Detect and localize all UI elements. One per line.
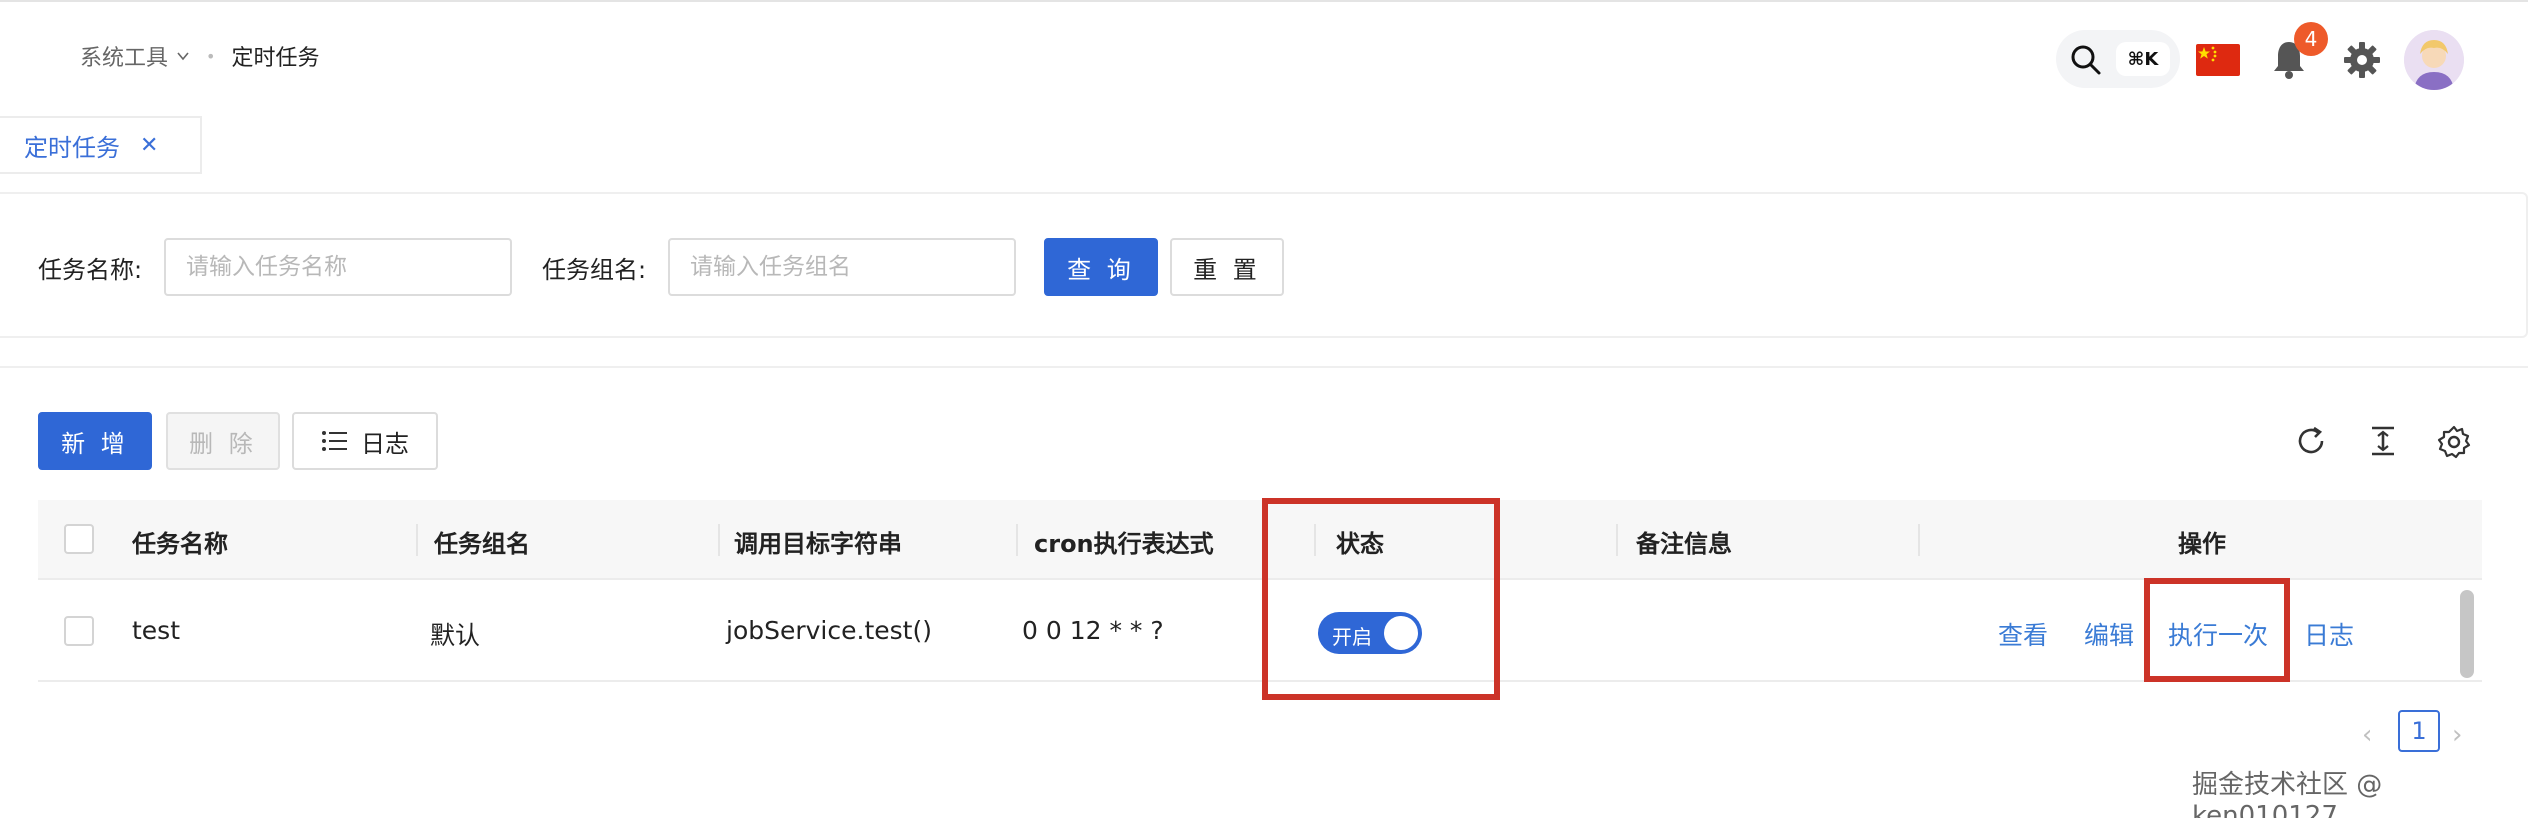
breadcrumb-parent-label: 系统工具 xyxy=(80,46,169,71)
task-name-input[interactable] xyxy=(164,238,512,296)
watermark: 掘金技术社区 @ ken010127 xyxy=(2192,770,2383,818)
column-divider xyxy=(718,524,720,556)
breadcrumb: 系统工具 • 定时任务 xyxy=(80,40,319,72)
query-button[interactable]: 查 询 xyxy=(1044,238,1158,296)
column-divider xyxy=(416,524,418,556)
close-icon[interactable]: ✕ xyxy=(140,133,158,158)
gear-icon[interactable] xyxy=(2342,40,2382,80)
refresh-icon[interactable] xyxy=(2294,424,2328,458)
tab-scheduled-tasks[interactable]: 定时任务 ✕ xyxy=(0,116,202,174)
tab-label: 定时任务 xyxy=(24,133,120,162)
table-row: test 默认 jobService.test() 0 0 12 * * ? 开… xyxy=(38,580,2482,682)
cell-invoke-target: jobService.test() xyxy=(726,616,932,645)
cell-task-name: test xyxy=(132,616,181,645)
row-checkbox[interactable] xyxy=(64,616,94,646)
column-header-task-name: 任务名称 xyxy=(132,530,228,558)
task-name-label: 任务名称: xyxy=(38,256,143,284)
column-divider xyxy=(1918,524,1920,556)
run-once-highlight-box xyxy=(2144,578,2290,682)
china-flag-icon[interactable] xyxy=(2196,44,2240,76)
breadcrumb-separator: • xyxy=(206,46,216,66)
column-header-invoke-target: 调用目标字符串 xyxy=(734,530,902,558)
pagination-next[interactable]: › xyxy=(2452,720,2462,750)
column-header-task-group: 任务组名 xyxy=(434,530,530,558)
column-header-cron: cron执行表达式 xyxy=(1034,530,1214,558)
view-link[interactable]: 查看 xyxy=(1998,616,2048,652)
breadcrumb-current: 定时任务 xyxy=(231,46,320,71)
search-form: 任务名称: 任务组名: 查 询 重 置 xyxy=(0,192,2528,338)
log-button-label: 日志 xyxy=(361,429,409,458)
pagination-page[interactable]: 1 xyxy=(2398,710,2440,752)
task-group-input[interactable] xyxy=(668,238,1016,296)
notification-badge: 4 xyxy=(2294,22,2328,56)
scrollbar[interactable] xyxy=(2460,590,2474,678)
column-divider xyxy=(1616,524,1618,556)
global-search-button[interactable]: ⌘K xyxy=(2056,30,2180,88)
chevron-down-icon xyxy=(177,52,189,61)
log-link[interactable]: 日志 xyxy=(2304,616,2354,652)
search-icon xyxy=(2071,45,2101,75)
edit-link[interactable]: 编辑 xyxy=(2084,616,2134,652)
log-button[interactable]: 日志 xyxy=(292,412,438,470)
settings-icon[interactable] xyxy=(2436,424,2472,460)
select-all-checkbox[interactable] xyxy=(64,524,94,554)
breadcrumb-parent[interactable]: 系统工具 xyxy=(80,40,190,72)
reset-button[interactable]: 重 置 xyxy=(1170,238,1284,296)
list-icon xyxy=(322,431,347,451)
top-bar: 系统工具 • 定时任务 ⌘K 4 xyxy=(0,0,2528,112)
column-header-remark: 备注信息 xyxy=(1636,530,1732,558)
task-group-label: 任务组名: xyxy=(542,256,647,284)
add-button[interactable]: 新 增 xyxy=(38,412,152,470)
column-height-icon[interactable] xyxy=(2366,424,2400,458)
column-divider xyxy=(1016,524,1018,556)
status-highlight-box xyxy=(1262,498,1500,700)
table-header: 任务名称 任务组名 调用目标字符串 cron执行表达式 状态 备注信息 操作 xyxy=(38,500,2482,580)
user-avatar[interactable] xyxy=(2404,30,2464,90)
cell-task-group: 默认 xyxy=(430,621,481,650)
delete-button[interactable]: 删 除 xyxy=(166,412,280,470)
column-header-actions: 操作 xyxy=(2178,530,2226,558)
pagination-prev[interactable]: ‹ xyxy=(2362,720,2372,750)
cell-cron: 0 0 12 * * ? xyxy=(1022,616,1164,645)
shortcut-badge: ⌘K xyxy=(2116,42,2170,76)
